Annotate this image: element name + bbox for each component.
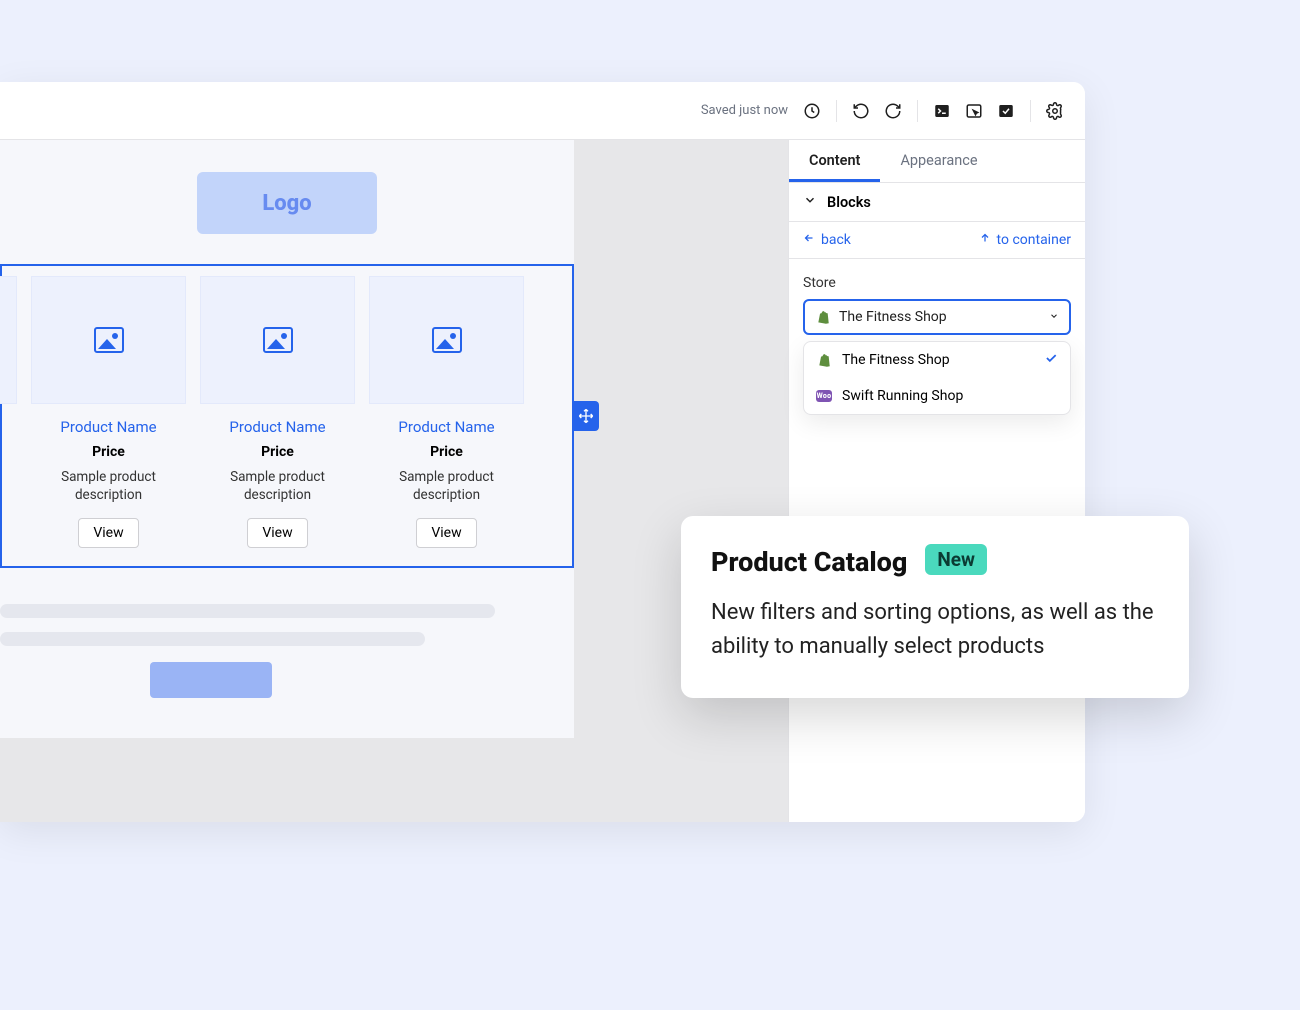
view-button[interactable]: View [416,518,476,548]
checklist-icon[interactable] [990,95,1022,127]
shopify-icon [815,309,831,325]
product-name: Product Name [200,418,355,436]
new-badge: New [925,544,987,575]
history-icon[interactable] [796,95,828,127]
product-price: Price [200,444,355,460]
button-placeholder [150,662,272,698]
image-icon [263,327,293,353]
product-description: Sample product description [0,468,17,504]
check-icon [1044,351,1058,369]
product-card[interactable]: Product Name Price Sample product descri… [0,276,17,548]
image-icon [432,327,462,353]
store-option[interactable]: The Fitness Shop [804,342,1070,378]
store-select-value: The Fitness Shop [839,309,947,325]
back-link[interactable]: back [803,232,851,248]
logo-placeholder[interactable]: Logo [197,172,377,234]
inspect-icon[interactable] [958,95,990,127]
product-price: Price [31,444,186,460]
store-option[interactable]: Woo Swift Running Shop [804,378,1070,414]
store-option-label: The Fitness Shop [842,352,950,368]
product-card[interactable]: Product Name Price Sample product descri… [31,276,186,548]
undo-icon[interactable] [845,95,877,127]
product-description: Sample product description [31,468,186,504]
woocommerce-icon: Woo [816,390,832,402]
blocks-section-header[interactable]: Blocks [789,183,1085,222]
promo-card: Product Catalog New New filters and sort… [681,516,1189,698]
tab-content[interactable]: Content [789,140,880,182]
text-placeholder [0,604,574,698]
editor-window: Saved just now Logo [0,82,1085,822]
store-option-label: Swift Running Shop [842,388,963,404]
store-dropdown: The Fitness Shop Woo Swift Running Shop [803,341,1071,415]
product-name: Product Name [0,418,17,436]
canvas-area[interactable]: Logo Product Name Price Sample product d… [0,140,788,822]
arrow-up-icon [979,232,991,248]
view-button[interactable]: View [247,518,307,548]
shopify-icon [816,352,832,368]
chevron-down-icon [803,193,817,211]
to-container-label: to container [997,232,1071,248]
tab-appearance[interactable]: Appearance [880,140,997,182]
view-button[interactable]: View [78,518,138,548]
product-image-placeholder [200,276,355,404]
store-field-label: Store [803,275,1071,291]
product-image-placeholder [0,276,17,404]
product-name: Product Name [369,418,524,436]
back-label: back [821,232,851,248]
product-card[interactable]: Product Name Price Sample product descri… [200,276,355,548]
gear-icon[interactable] [1039,95,1071,127]
editor-toolbar: Saved just now [0,82,1085,140]
store-select[interactable]: The Fitness Shop [803,299,1071,335]
panel-tabs: Content Appearance [789,140,1085,183]
product-name: Product Name [31,418,186,436]
product-description: Sample product description [200,468,355,504]
product-card[interactable]: Product Name Price Sample product descri… [369,276,524,548]
saved-status: Saved just now [701,103,788,118]
promo-title: Product Catalog [711,546,907,578]
toolbar-separator [836,100,837,122]
chevron-down-icon [1049,309,1059,325]
move-handle-icon[interactable] [572,401,599,431]
to-container-link[interactable]: to container [979,232,1071,248]
blocks-label: Blocks [827,194,871,211]
placeholder-line [0,632,425,646]
product-catalog-block[interactable]: Product Name Price Sample product descri… [0,264,574,568]
canvas-page[interactable]: Logo Product Name Price Sample product d… [0,140,574,738]
image-icon [94,327,124,353]
product-image-placeholder [31,276,186,404]
product-price: Price [0,444,17,460]
toolbar-separator [1030,100,1031,122]
promo-body: New filters and sorting options, as well… [711,596,1159,664]
breadcrumb: back to container [789,222,1085,259]
terminal-icon[interactable] [926,95,958,127]
product-description: Sample product description [369,468,524,504]
arrow-left-icon [803,232,815,248]
redo-icon[interactable] [877,95,909,127]
toolbar-separator [917,100,918,122]
product-price: Price [369,444,524,460]
side-panel: Content Appearance Blocks back to contai… [788,140,1085,822]
product-image-placeholder [369,276,524,404]
placeholder-line [0,604,495,618]
